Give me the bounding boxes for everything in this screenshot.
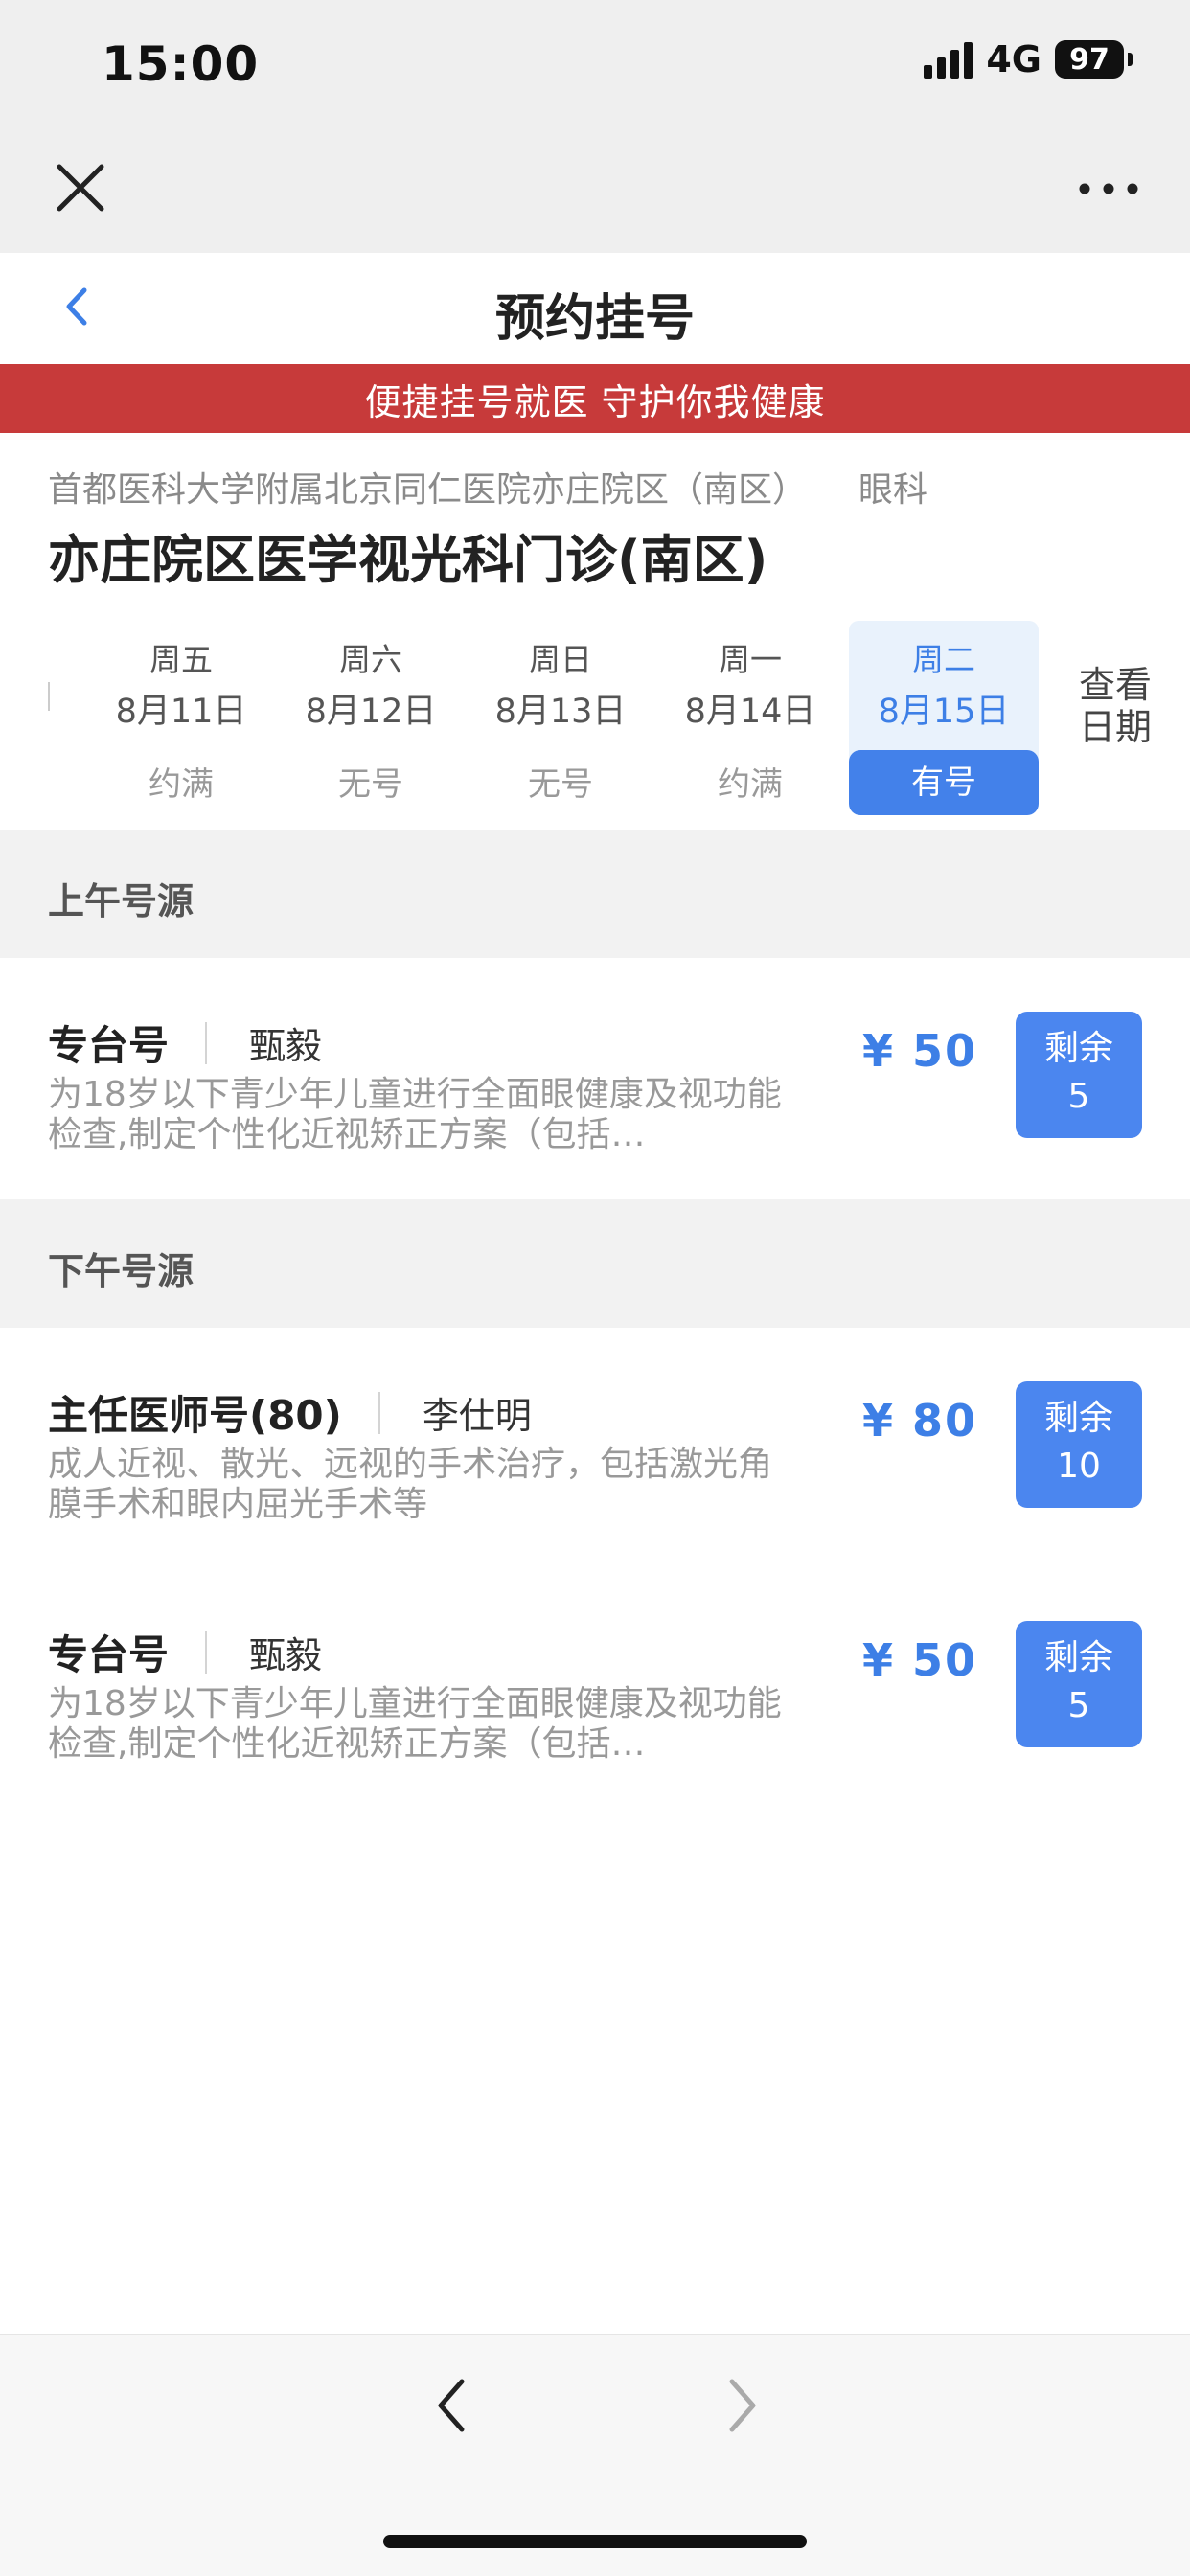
date-date: 8月14日 — [684, 693, 816, 731]
more-icon[interactable] — [1075, 174, 1142, 203]
department-name: 眼科 — [858, 470, 928, 510]
view-dates-button[interactable]: 查看日期 — [1064, 664, 1167, 748]
battery-icon: 97 — [1055, 40, 1124, 79]
date-status: 无号 — [528, 765, 593, 804]
browser-forward-icon[interactable] — [719, 2372, 767, 2439]
doctor-name: 甄毅 — [249, 1634, 323, 1676]
remaining-button[interactable]: 剩余 5 — [1016, 1012, 1142, 1138]
remaining-button[interactable]: 剩余 10 — [1016, 1381, 1142, 1508]
morning-section-header: 上午号源 — [0, 830, 1190, 958]
date-status: 约满 — [718, 765, 783, 804]
slot-type: 主任医师号(80) 李仕明 — [48, 1383, 532, 1442]
clinic-title: 亦庄院区医学视光科门诊(南区) — [48, 530, 768, 590]
date-date: 8月13日 — [494, 693, 627, 731]
date-date: 8月11日 — [115, 693, 247, 731]
divider — [378, 1391, 380, 1434]
remaining-label: 剩余 — [1043, 1638, 1113, 1677]
date-status: 约满 — [149, 765, 214, 804]
slot-type: 专台号 甄毅 — [48, 1014, 322, 1072]
doctor-name: 甄毅 — [249, 1025, 323, 1067]
home-indicator — [383, 2535, 807, 2548]
remaining-label: 剩余 — [1043, 1029, 1113, 1068]
remaining-count: 5 — [1067, 1077, 1090, 1116]
slot-row[interactable]: 专台号 甄毅 为18岁以下青少年儿童进行全面眼健康及视功能检查,制定个性化近视矫… — [0, 958, 1190, 1188]
doctor-name: 李仕明 — [422, 1395, 532, 1437]
slot-description: 成人近视、散光、远视的手术治疗，包括激光角膜手术和眼内屈光手术等 — [48, 1445, 773, 1524]
slot-price: ¥ 50 — [862, 1025, 978, 1077]
slot-type-label: 专台号 — [48, 1631, 170, 1678]
status-indicators: 4G 97 — [924, 38, 1133, 80]
date-weekday: 周一 — [719, 641, 782, 678]
slot-row[interactable]: 专台号 甄毅 为18岁以下青少年儿童进行全面眼健康及视功能检查,制定个性化近视矫… — [0, 1567, 1190, 1797]
slot-type-label: 专台号 — [48, 1022, 170, 1069]
remaining-count: 10 — [1057, 1447, 1101, 1486]
divider — [205, 1021, 208, 1064]
date-weekday: 周六 — [339, 641, 402, 678]
date-option[interactable]: 周一 8月14日 约满 — [655, 621, 845, 804]
network-type: 4G — [986, 38, 1041, 80]
page-title: 预约挂号 — [494, 290, 695, 348]
slot-description: 为18岁以下青少年儿童进行全面眼健康及视功能检查,制定个性化近视矫正方案（包括… — [48, 1075, 782, 1154]
status-time: 15:00 — [102, 36, 260, 92]
date-status: 无号 — [338, 765, 403, 804]
slot-row[interactable]: 主任医师号(80) 李仕明 成人近视、散光、远视的手术治疗，包括激光角膜手术和眼… — [0, 1328, 1190, 1558]
remaining-label: 剩余 — [1043, 1399, 1113, 1438]
remaining-button[interactable]: 剩余 5 — [1016, 1621, 1142, 1747]
hospital-name: 首都医科大学附属北京同仁医院亦庄院区（南区） — [48, 470, 808, 510]
browser-back-icon[interactable] — [427, 2372, 475, 2439]
slot-description: 为18岁以下青少年儿童进行全面眼健康及视功能检查,制定个性化近视矫正方案（包括… — [48, 1684, 782, 1764]
date-option[interactable]: 周六 8月12日 无号 — [276, 621, 466, 804]
date-status: 有号 — [849, 750, 1039, 815]
afternoon-section-header: 下午号源 — [0, 1199, 1190, 1328]
signal-icon — [924, 40, 973, 79]
battery-tip — [1128, 53, 1133, 66]
slot-type-label: 主任医师号(80) — [48, 1392, 342, 1439]
slot-price: ¥ 80 — [862, 1395, 978, 1447]
hospital-info: 首都医科大学附属北京同仁医院亦庄院区（南区） 眼科 — [48, 462, 927, 512]
date-weekday: 周日 — [529, 641, 592, 678]
slot-type: 专台号 甄毅 — [48, 1623, 322, 1681]
date-option[interactable]: 周日 8月13日 无号 — [466, 621, 655, 804]
close-icon[interactable] — [52, 159, 109, 217]
date-date: 8月15日 — [878, 693, 1010, 731]
remaining-count: 5 — [1067, 1686, 1090, 1725]
promo-banner: 便捷挂号就医 守护你我健康 — [0, 364, 1190, 433]
date-date: 8月12日 — [305, 693, 437, 731]
section-title: 下午号源 — [48, 1250, 195, 1292]
date-option-selected[interactable]: 周二 8月15日 有号 — [849, 621, 1039, 815]
date-weekday: 周五 — [149, 641, 213, 678]
slot-price: ¥ 50 — [862, 1634, 978, 1686]
date-strip: 周五 8月11日 约满 周六 8月12日 无号 周日 8月13日 无号 周一 8… — [0, 613, 1190, 815]
divider — [205, 1630, 208, 1674]
date-option[interactable]: 周五 8月11日 约满 — [86, 621, 276, 804]
section-title: 上午号源 — [48, 880, 195, 923]
date-weekday: 周二 — [912, 641, 975, 678]
